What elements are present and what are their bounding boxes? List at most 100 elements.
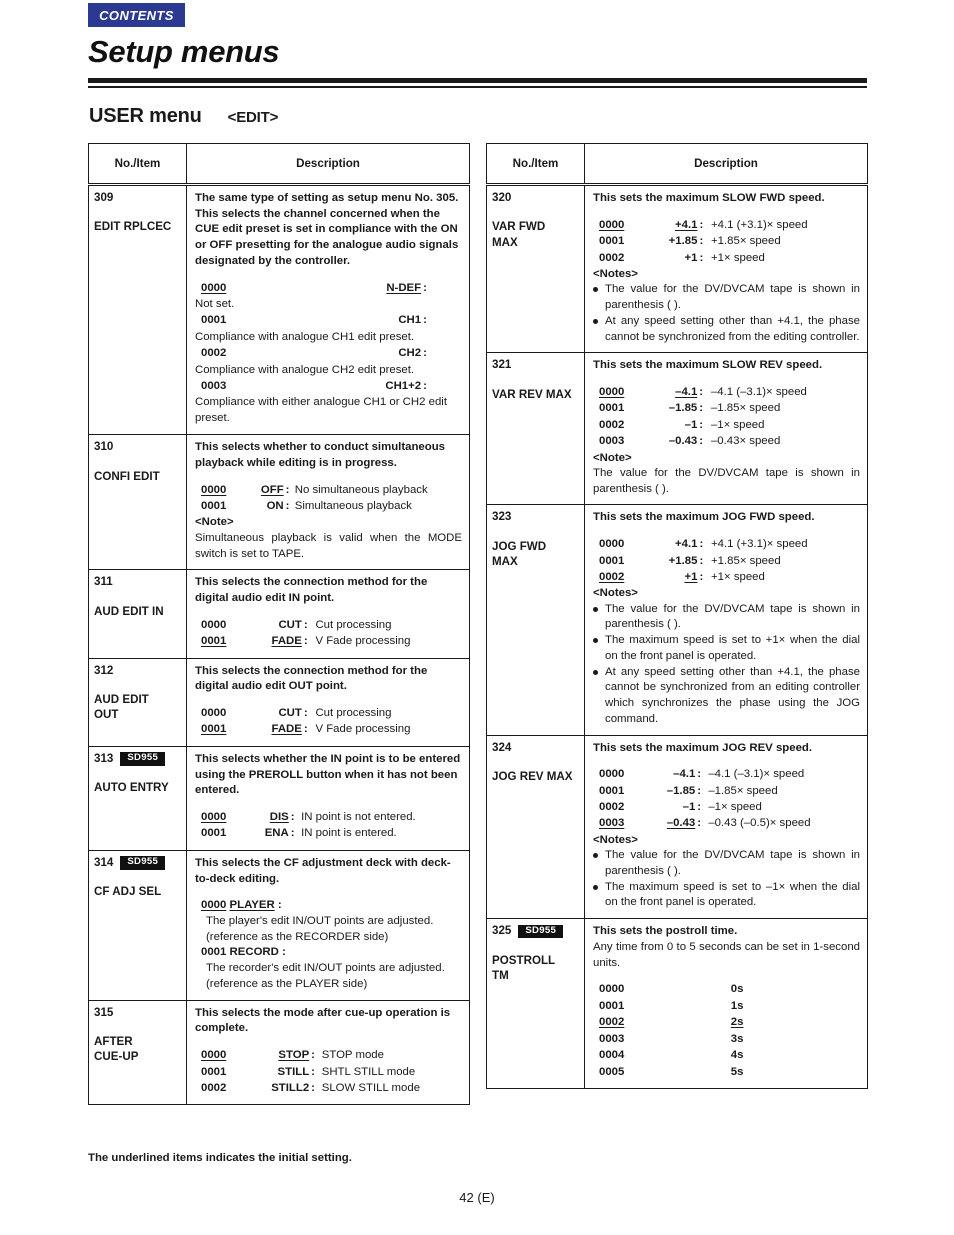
manual-page: CONTENTS Setup menus USER menu <EDIT> No…: [0, 0, 954, 1235]
description-cell: This selects the CF adjustment deck with…: [186, 849, 470, 1001]
option-value: PLAYER: [229, 899, 275, 912]
option-value: +1.85: [668, 554, 698, 567]
option-value: CH1: [398, 314, 422, 327]
option-value: –4.1: [675, 385, 698, 398]
option-value: ENA: [264, 827, 289, 840]
column-header-no-item: No./Item: [486, 143, 585, 186]
option-value: +1: [684, 251, 698, 264]
note-heading: <Notes>: [593, 833, 638, 846]
option-colon: :: [311, 1065, 315, 1078]
table-row: 310 CONFI EDIT This selects whether to con…: [88, 434, 470, 571]
option-value: –1.85: [668, 402, 698, 415]
option-code: 0002: [201, 347, 227, 360]
option-colon: :: [423, 314, 427, 327]
option-code: 0002: [599, 1016, 625, 1029]
setting-number: 312: [94, 663, 114, 677]
description-lead: This selects the connection method for t…: [195, 664, 428, 693]
option-colon: :: [697, 817, 702, 830]
column-header-no-item: No./Item: [88, 143, 187, 186]
description-lead: The same type of setting as setup menu N…: [195, 192, 459, 267]
no-item-cell: 325 SD955 POSTROLL TM: [486, 918, 585, 1090]
option-value: +4.1: [674, 538, 698, 551]
setting-item-name: AUD EDIT IN: [94, 604, 164, 618]
option-value: FADE: [271, 723, 302, 736]
title-rule-thick: [88, 78, 867, 83]
page-title: Setup menus: [88, 34, 280, 69]
no-item-cell: 315 AFTER CUE-UP: [88, 999, 187, 1106]
option-row: 0000 +4.1: +4.1 (+3.1)× speed: [593, 537, 860, 553]
no-item-cell: 320 VAR FWD MAX: [486, 183, 585, 354]
option-sub: Compliance with either analogue CH1 or C…: [195, 396, 447, 424]
option-row: 0001 –1.85: –1.85× speed: [593, 784, 860, 800]
setting-item-name: EDIT RPLCEC: [94, 220, 172, 234]
section-title: USER menu: [89, 105, 202, 127]
option-value: +4.1: [674, 218, 698, 231]
option-sub: Compliance with analogue CH1 edit preset…: [195, 330, 415, 343]
settings-table-right: No./Item Description 320 VAR FWD MAX This …: [486, 143, 868, 1090]
option-colon: :: [697, 768, 702, 781]
option-code: 0003: [599, 435, 625, 448]
title-rule-thin: [88, 86, 867, 88]
option-value: 1s: [730, 999, 744, 1012]
description-cell: This selects the connection method for t…: [186, 657, 470, 747]
option-row: 0002 2s: [593, 1015, 860, 1032]
option-code: 0002: [599, 418, 625, 431]
setting-item-name: AUTO ENTRY: [94, 781, 169, 795]
note-bullet: At any speed setting other than +4.1, th…: [593, 314, 860, 345]
description-lead: This selects the CF adjustment deck with…: [195, 856, 451, 885]
option-row: 0001 ON: Simultaneous playback: [195, 499, 462, 515]
option-colon: :: [699, 402, 704, 415]
option-code: 0003: [599, 817, 625, 830]
table-row: 320 VAR FWD MAX This sets the maximum SLOW…: [486, 183, 868, 354]
option-list: 0000 STOP: STOP mode 0001 STILL: SHTL STILL m…: [195, 1048, 462, 1097]
option-meaning: +1.85× speed: [711, 235, 781, 248]
no-item-cell: 324 JOG REV MAX: [486, 734, 585, 920]
option-code: 0001: [201, 723, 227, 736]
footnote: The underlined items indicates the initi…: [88, 1152, 352, 1164]
table-row: 312 AUD EDIT OUT This selects the connecti…: [88, 657, 470, 747]
option-meaning: IN point is not entered.: [301, 811, 416, 823]
table-row: 324 JOG REV MAX This sets the maximum JOG …: [486, 734, 868, 920]
option-row: 0000 OFF: No simultaneous playback: [195, 483, 462, 499]
model-badge: SD955: [120, 856, 166, 870]
option-value: FADE: [271, 635, 302, 648]
page-number: 42 (E): [459, 1190, 495, 1205]
option-code: 0005: [599, 1065, 625, 1078]
bullet-dot-icon: [593, 638, 598, 644]
option-colon: :: [311, 1049, 315, 1062]
option-row: 0000 +4.1: +4.1 (+3.1)× speed: [593, 218, 860, 234]
setting-item-name: JOG REV MAX: [492, 770, 573, 784]
option-code: 0000: [201, 618, 227, 631]
option-meaning: –1× speed: [710, 418, 765, 431]
option-row: 0000 0s: [593, 982, 860, 999]
model-badge: SD955: [120, 752, 166, 766]
option-colon: :: [285, 483, 290, 496]
option-colon: :: [303, 618, 308, 631]
option-code: 0002: [599, 251, 625, 264]
option-value: N-DEF: [386, 281, 422, 294]
option-code: 0000: [599, 538, 625, 551]
no-item-cell: 313 SD955 AUTO ENTRY: [88, 745, 187, 851]
note-bullet: At any speed setting other than +4.1, th…: [593, 665, 860, 728]
option-row: 0003 –0.43: –0.43 (–0.5)× speed: [593, 816, 860, 832]
option-meaning: Cut processing: [315, 618, 392, 631]
option-meaning: –1.85× speed: [710, 402, 781, 415]
option-row: 0001 RECORD :: [195, 945, 462, 961]
contents-tab[interactable]: CONTENTS: [88, 3, 185, 27]
description-cell: This sets the postroll time. Any time fro…: [584, 918, 868, 1090]
option-colon: :: [303, 723, 308, 736]
option-code: 0003: [599, 1032, 625, 1045]
description-lead: This selects the mode after cue-up opera…: [195, 1006, 451, 1035]
option-code: 0001: [599, 235, 625, 248]
option-meaning: SLOW STILL mode: [321, 1081, 421, 1094]
column-header-description: Description: [186, 143, 470, 186]
setting-item-name: CONFI EDIT: [94, 469, 160, 483]
option-meaning: –1.85× speed: [708, 784, 778, 797]
option-value: DIS: [269, 811, 289, 823]
option-row: 0000 N-DEF:: [195, 281, 462, 297]
option-meaning: –0.43 (–0.5)× speed: [708, 817, 811, 830]
option-row: 0001 FADE: V Fade processing: [195, 634, 462, 650]
option-value: –1: [684, 418, 698, 431]
option-row: 0002 CH2:: [195, 346, 462, 362]
setting-number: 324: [492, 740, 512, 754]
